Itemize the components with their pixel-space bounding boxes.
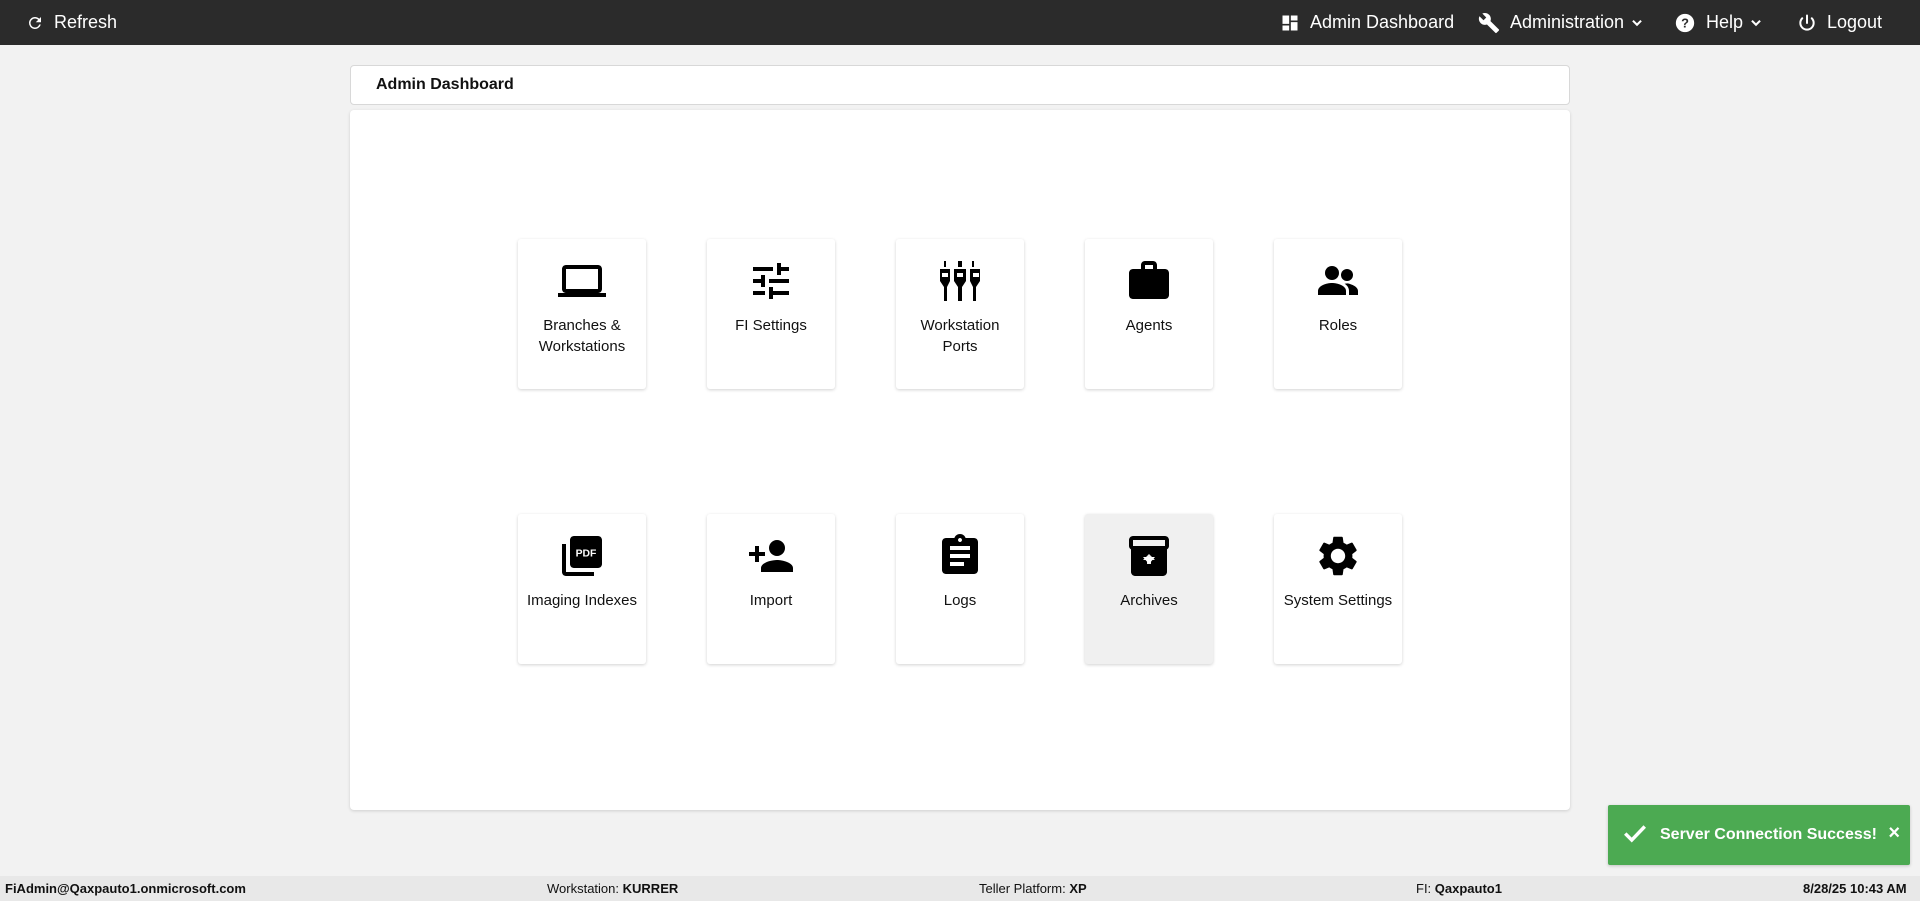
sliders-icon [747, 257, 795, 305]
toast-message: Server Connection Success! [1660, 826, 1877, 843]
refresh-icon [26, 14, 44, 32]
close-icon[interactable]: × [1888, 822, 1900, 845]
tile-label: Branches & Workstations [538, 317, 626, 355]
laptop-icon [558, 257, 606, 305]
help-menu[interactable]: ? Help [1674, 0, 1763, 45]
tile-archives[interactable]: Archives [1085, 514, 1213, 664]
page-header: Admin Dashboard [350, 65, 1570, 105]
tile-label: Import [749, 592, 793, 609]
chevron-down-icon [1630, 16, 1644, 30]
tile-label: System Settings [1283, 592, 1393, 609]
tile-label: Imaging Indexes [526, 592, 638, 609]
tile-import[interactable]: Import [707, 514, 835, 664]
tile-imaging-indexes[interactable]: PDF Imaging Indexes [518, 514, 646, 664]
workstation-label: Workstation: [547, 881, 620, 896]
tile-system-settings[interactable]: System Settings [1274, 514, 1402, 664]
tile-agents[interactable]: Agents [1085, 239, 1213, 389]
dashboard-panel: Branches & Workstations FI Settings Work… [350, 110, 1570, 810]
admin-dashboard-label: Admin Dashboard [1310, 12, 1455, 32]
power-icon [1797, 13, 1817, 33]
refresh-button[interactable]: Refresh [26, 0, 117, 45]
fi-status: FI: Qaxpauto1 [1416, 881, 1502, 896]
teller-platform-value: XP [1069, 881, 1087, 896]
teller-platform-status: Teller Platform: XP [979, 881, 1087, 896]
workstation-status: Workstation: KURRER [547, 881, 678, 896]
briefcase-icon [1125, 257, 1173, 305]
clipboard-icon [936, 532, 984, 580]
pdf-icon: PDF [558, 532, 606, 580]
page-title: Admin Dashboard [376, 76, 514, 93]
tile-label: Workstation Ports [920, 317, 1000, 355]
tile-fi-settings[interactable]: FI Settings [707, 239, 835, 389]
wrench-icon [1478, 12, 1500, 34]
teller-platform-label: Teller Platform: [979, 881, 1066, 896]
current-user: FiAdmin@Qaxpauto1.onmicrosoft.com [5, 881, 246, 896]
checkmark-icon [1622, 820, 1648, 851]
add-user-icon [747, 532, 795, 580]
tile-label: Agents [1125, 317, 1173, 334]
tile-workstation-ports[interactable]: Workstation Ports [896, 239, 1024, 389]
administration-label: Administration [1510, 12, 1625, 32]
top-navigation-bar: Refresh Admin Dashboard Administration ?… [0, 0, 1920, 45]
chevron-down-icon [1749, 16, 1763, 30]
datetime: 8/28/25 10:43 AM [1803, 881, 1907, 896]
help-label: Help [1706, 12, 1744, 32]
tile-roles[interactable]: Roles [1274, 239, 1402, 389]
administration-menu[interactable]: Administration [1478, 0, 1644, 45]
fi-value: Qaxpauto1 [1434, 881, 1502, 896]
tile-label: Roles [1318, 317, 1358, 334]
users-icon [1314, 257, 1362, 305]
status-bar: FiAdmin@Qaxpauto1.onmicrosoft.com Workst… [0, 876, 1920, 901]
logout-label: Logout [1827, 12, 1883, 32]
dashboard-icon [1280, 13, 1300, 33]
tile-label: Logs [943, 592, 977, 609]
tile-label: Archives [1120, 592, 1178, 609]
tile-branches-workstations[interactable]: Branches & Workstations [518, 239, 646, 389]
tile-logs[interactable]: Logs [896, 514, 1024, 664]
logout-button[interactable]: Logout [1797, 0, 1882, 45]
archive-icon [1125, 532, 1173, 580]
svg-text:PDF: PDF [576, 548, 597, 559]
fi-label: FI: [1416, 881, 1432, 896]
refresh-label: Refresh [54, 12, 118, 32]
help-icon: ? [1674, 12, 1696, 34]
tile-label: FI Settings [735, 317, 807, 334]
ports-icon [936, 257, 984, 305]
admin-dashboard-nav[interactable]: Admin Dashboard [1280, 0, 1454, 45]
svg-text:?: ? [1681, 15, 1689, 30]
gear-icon [1314, 532, 1362, 580]
success-toast: Server Connection Success! × [1608, 805, 1910, 865]
workstation-value: KURRER [622, 881, 679, 896]
